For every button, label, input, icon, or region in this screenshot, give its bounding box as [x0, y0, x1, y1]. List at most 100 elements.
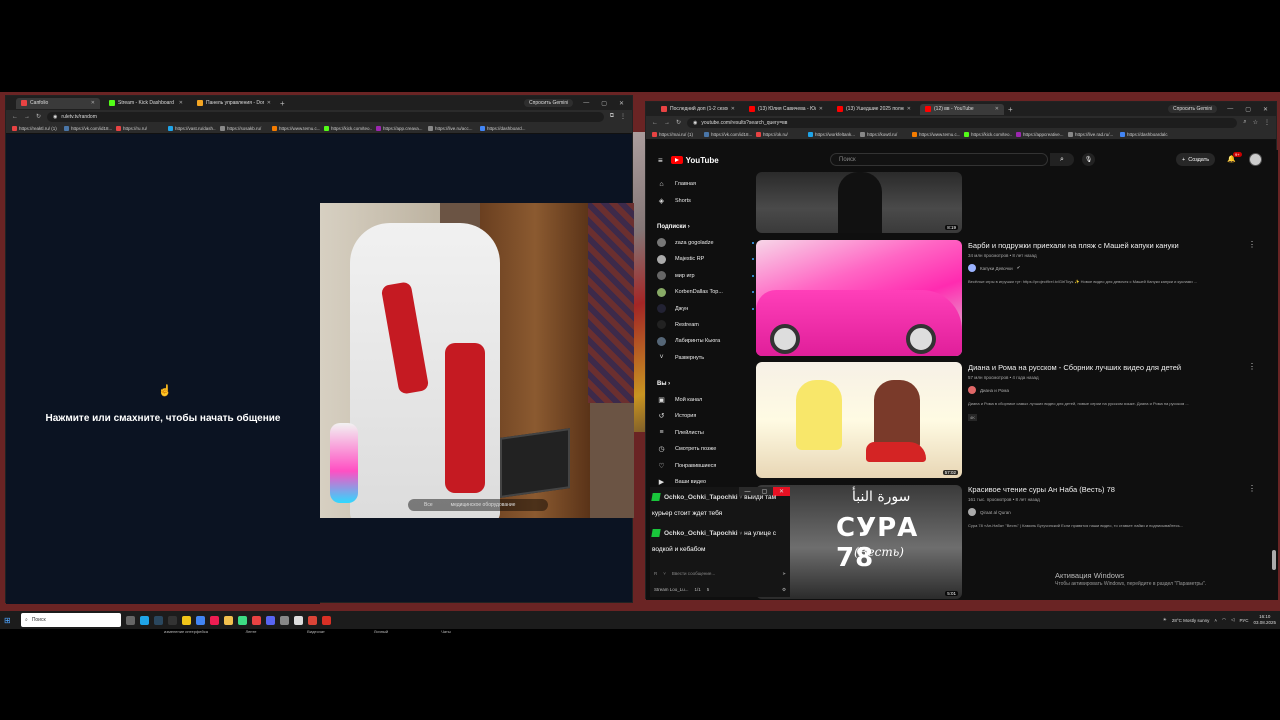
youtube-logo[interactable]: YouTube: [670, 156, 719, 165]
bookmark-item[interactable]: https://workfeltank...: [808, 131, 856, 137]
bookmark-item[interactable]: https://kick.com/teo...: [324, 125, 372, 131]
zoom-icon[interactable]: ⌕: [1243, 119, 1246, 126]
bookmark-item[interactable]: https://www.temu.c...: [912, 131, 960, 137]
bookmark-item[interactable]: https://dashboardalc...: [1120, 131, 1168, 137]
more-options-icon[interactable]: ⋮: [1248, 362, 1256, 371]
gemini-button[interactable]: Спросить Gemini: [524, 99, 574, 107]
bookmark-item[interactable]: https://live.ru/acc...: [428, 125, 476, 131]
video-title[interactable]: Диана и Рома на русском - Сборник лучших…: [968, 363, 1258, 372]
maximize-icon[interactable]: ▢: [601, 100, 607, 107]
minimize-icon[interactable]: —: [1227, 106, 1233, 113]
hamburger-icon[interactable]: ≡: [658, 156, 663, 165]
sidebar-item-you[interactable]: ▣ Мой канал: [654, 392, 754, 408]
bookmark-item[interactable]: https://www.temu.c...: [272, 125, 320, 131]
edge-icon[interactable]: [140, 615, 149, 625]
tag-equipment[interactable]: медицинское оборудование: [451, 502, 516, 508]
more-options-icon[interactable]: ⋮: [1248, 240, 1256, 249]
tab-2[interactable]: Stream - Kick Dashboard ✕: [104, 98, 188, 109]
star-icon[interactable]: ☆: [1253, 119, 1258, 126]
app-icon[interactable]: [182, 615, 191, 625]
bookmark-item[interactable]: https://mai.ru/ (1): [652, 131, 700, 137]
video-channel[interactable]: Qiraat al Quran: [968, 508, 1258, 516]
chevron-down-icon[interactable]: ˅: [663, 571, 666, 576]
sidebar-item-you[interactable]: ≡ Плейлисты: [654, 425, 754, 441]
tab-1[interactable]: Последний доп (1-2 сезон) сп...✕: [656, 104, 740, 115]
app-icon[interactable]: [252, 615, 261, 625]
sidebar-item-subscription[interactable]: мир игр: [654, 268, 754, 284]
more-options-icon[interactable]: ⋮: [1248, 484, 1256, 493]
close-window-icon[interactable]: ✕: [619, 100, 624, 107]
sidebar-item-subscription[interactable]: zaza gogoladze: [654, 235, 754, 251]
video-title[interactable]: Красивое чтение суры Ан Наба (Весть) 78: [968, 485, 1258, 494]
browser-icon[interactable]: [196, 615, 205, 625]
video-thumbnail[interactable]: 57:02: [756, 362, 962, 478]
bookmark-item[interactable]: https://kick.com/teo...: [964, 131, 1012, 137]
bookmark-item[interactable]: https://kowtl.ru/: [860, 131, 908, 137]
chrome-icon[interactable]: [308, 615, 317, 625]
bookmark-item[interactable]: https://appcreative...: [1016, 131, 1064, 137]
bookmark-item[interactable]: https://vk.com/id18...: [64, 125, 112, 131]
maximize-icon[interactable]: ▢: [1245, 106, 1251, 113]
sidebar-item-shorts[interactable]: ◈ Shorts: [654, 192, 754, 208]
sidebar-item-subscription[interactable]: Restream: [654, 317, 754, 333]
app-icon[interactable]: [238, 615, 247, 625]
site-info-icon[interactable]: ◉: [53, 114, 57, 120]
avatar[interactable]: [1249, 153, 1262, 166]
sidebar-item-home[interactable]: ⌂ Главная: [654, 176, 754, 192]
menu-icon[interactable]: ⋮: [620, 113, 626, 120]
reload-icon[interactable]: ↻: [36, 113, 41, 120]
tiktok-icon[interactable]: [210, 615, 219, 625]
tag-all[interactable]: Все: [424, 502, 433, 508]
volume-icon[interactable]: ◁: [1231, 617, 1234, 623]
clock[interactable]: 16:10 03.08.2025: [1253, 614, 1276, 626]
search-button[interactable]: ⌕: [1050, 153, 1074, 166]
sidebar-item-you[interactable]: ◷ Смотреть позже: [654, 441, 754, 457]
back-icon[interactable]: ←: [652, 120, 658, 126]
taskbar-search[interactable]: ⌕ Поиск: [21, 613, 121, 627]
close-icon[interactable]: ✕: [907, 106, 911, 112]
back-icon[interactable]: ←: [12, 114, 18, 120]
video-thumbnail[interactable]: 8:19: [756, 172, 962, 233]
tab-3[interactable]: Панель управления - DonationAlerts✕: [192, 98, 276, 109]
address-bar[interactable]: ◉ youtube.com/results?search_query=вв: [687, 117, 1238, 128]
create-button[interactable]: + Создать: [1176, 153, 1216, 166]
new-tab-button[interactable]: +: [1008, 105, 1018, 114]
address-bar[interactable]: ◉ ruletv.tv/random: [47, 111, 604, 122]
sidebar-item-subscription[interactable]: Majestic RP: [654, 251, 754, 267]
sidebar-item-expand[interactable]: ˅ Развернуть: [654, 350, 754, 366]
subs-header[interactable]: Подписки ›: [654, 219, 754, 235]
obs-icon[interactable]: [168, 615, 177, 625]
search-input[interactable]: Поиск: [830, 153, 1048, 166]
tray-chevron-icon[interactable]: ˄: [1214, 618, 1217, 623]
stream-chat-overlay[interactable]: — ▢ ✕ Ochko_Ochki_Tapochki ˅ выиди там кур…: [650, 487, 790, 597]
weather-icon[interactable]: ☀: [1163, 617, 1167, 623]
video-thumbnail[interactable]: [756, 240, 962, 356]
sidebar-item-subscription[interactable]: Лабиринты Кьюга: [654, 333, 754, 349]
windows-start-icon[interactable]: ⊞: [4, 616, 16, 625]
send-icon[interactable]: ➤: [782, 571, 786, 577]
forward-icon[interactable]: →: [664, 120, 670, 126]
close-icon[interactable]: ✕: [819, 106, 823, 112]
close-icon[interactable]: ✕: [995, 106, 999, 112]
bookmark-item[interactable]: https://vast.ru/dash...: [168, 125, 216, 131]
bookmark-item[interactable]: https://dashboard...: [480, 125, 528, 131]
close-icon[interactable]: ✕: [731, 106, 735, 112]
sidebar-item-you[interactable]: ♡ Понравившиеся: [654, 457, 754, 473]
scrollbar[interactable]: [1272, 550, 1276, 570]
minimize-icon[interactable]: —: [583, 100, 589, 107]
video-title[interactable]: Барби и подружки приехали на пляж с Маше…: [968, 241, 1258, 250]
language[interactable]: РУС: [1239, 618, 1248, 623]
forward-icon[interactable]: →: [24, 114, 30, 120]
bookmark-item[interactable]: https://sosakb.ru/: [220, 125, 268, 131]
video-channel[interactable]: Капуки Девочки ✔: [968, 264, 1258, 272]
voice-search-button[interactable]: 🎙: [1082, 153, 1095, 166]
extensions-icon[interactable]: ⧉: [610, 113, 614, 120]
chat-input[interactable]: R ˅ Ввести сообщение... ➤: [654, 568, 786, 579]
tab-2[interactable]: (13) Юлия Савичева - Юлия✕: [744, 104, 828, 115]
video-chat-panel[interactable]: ☝ Нажмите или смахните, чтобы начать общ…: [6, 134, 451, 634]
folder-icon[interactable]: [224, 615, 233, 625]
restream-icon[interactable]: [294, 615, 303, 625]
steam-icon[interactable]: [154, 615, 163, 625]
app-icon[interactable]: [322, 615, 331, 625]
app-icon[interactable]: [280, 615, 289, 625]
